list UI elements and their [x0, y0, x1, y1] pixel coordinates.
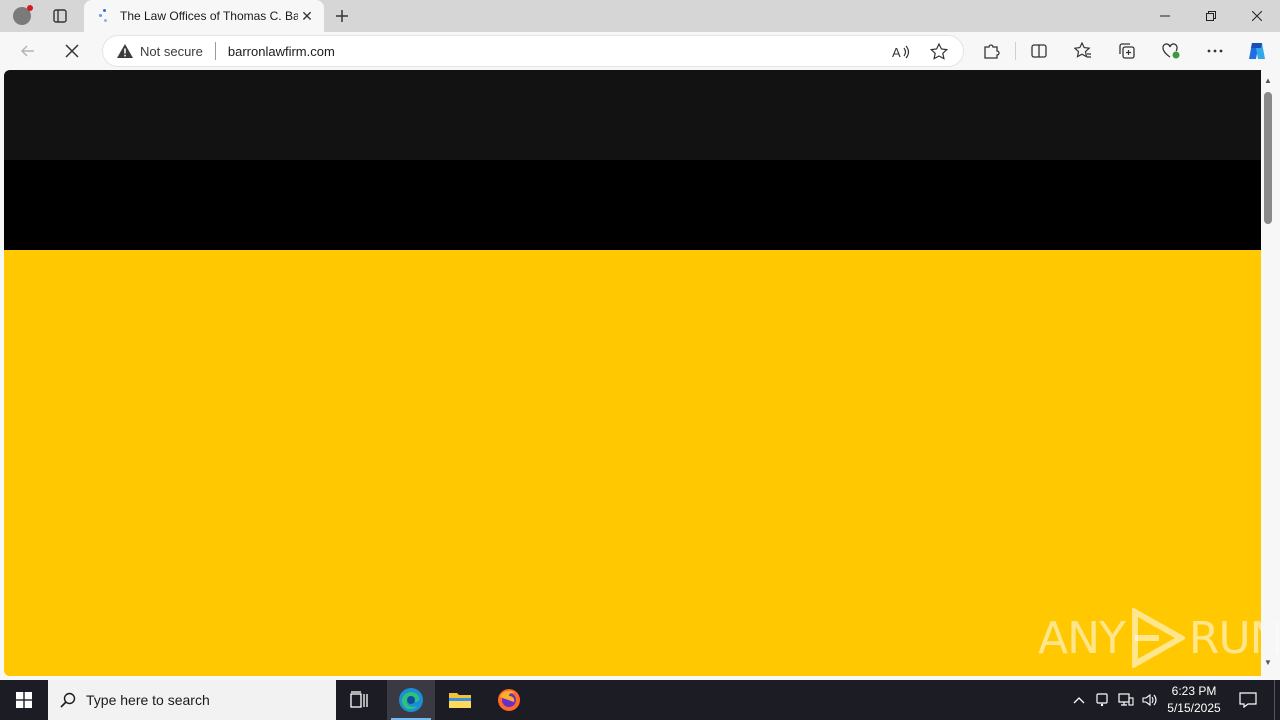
system-tray — [1068, 680, 1162, 720]
more-dots-icon — [1207, 49, 1223, 53]
svg-text:A: A — [892, 45, 901, 60]
star-add-icon — [930, 43, 948, 60]
url-text[interactable]: barronlawfirm.com — [228, 44, 335, 59]
scroll-up-icon[interactable]: ▲ — [1264, 76, 1272, 85]
security-label: Not secure — [140, 43, 203, 59]
taskbar-clock[interactable]: 6:23 PM 5/15/2025 — [1162, 683, 1226, 717]
network-icon — [1118, 693, 1134, 706]
show-desktop-button[interactable] — [1274, 680, 1280, 720]
clock-date: 5/15/2025 — [1167, 701, 1221, 715]
address-bar[interactable]: Not secure barronlawfirm.com A — [102, 35, 964, 67]
scroll-down-icon[interactable]: ▼ — [1264, 658, 1272, 667]
site-header-band — [4, 70, 1261, 160]
windows-taskbar: Type here to search 6:23 PM 5/15/2025 — [0, 680, 1280, 720]
favorites-icon — [1074, 42, 1091, 58]
minimize-icon — [1160, 15, 1170, 17]
plus-icon — [336, 10, 348, 22]
taskbar-file-explorer-app[interactable] — [436, 680, 484, 720]
volume-button[interactable] — [1138, 686, 1162, 714]
tab-actions-icon — [53, 9, 67, 23]
show-hidden-icons-button[interactable] — [1068, 686, 1090, 714]
taskbar-search-box[interactable]: Type here to search — [48, 680, 336, 720]
notification-icon — [1239, 692, 1257, 708]
read-aloud-button[interactable]: A — [889, 40, 913, 64]
browser-toolbar: Not secure barronlawfirm.com A — [0, 32, 1280, 70]
warning-icon — [117, 44, 133, 58]
site-security-indicator[interactable]: Not secure — [103, 44, 203, 59]
start-button[interactable] — [0, 680, 48, 720]
stop-loading-button[interactable] — [58, 37, 86, 65]
windows-logo-icon — [16, 692, 32, 708]
collections-button[interactable] — [1113, 37, 1141, 65]
favorites-button[interactable] — [1069, 37, 1097, 65]
extensions-button[interactable] — [977, 37, 1005, 65]
anyrun-watermark: ANY RUN — [1038, 608, 1280, 668]
address-separator — [214, 42, 216, 60]
read-aloud-icon: A — [892, 45, 910, 60]
back-arrow-icon — [20, 45, 34, 57]
watermark-left-text: ANY — [1038, 612, 1126, 664]
restore-button[interactable] — [1188, 0, 1234, 32]
loading-spinner-icon — [98, 9, 112, 23]
close-icon — [1252, 11, 1262, 21]
copilot-button[interactable] — [1243, 37, 1271, 65]
search-icon — [60, 692, 76, 708]
active-tab[interactable]: The Law Offices of Thomas C. Ba ✕ — [84, 0, 324, 32]
vertical-scrollbar[interactable]: ▲ ▼ — [1261, 70, 1276, 676]
toolbar-separator — [1014, 42, 1016, 60]
browser-tabstrip: The Law Offices of Thomas C. Ba ✕ — [0, 0, 1280, 32]
tray-device-button[interactable] — [1090, 686, 1114, 714]
firefox-icon — [498, 689, 520, 711]
notification-dot-icon — [27, 5, 33, 11]
browser-essentials-button[interactable] — [1157, 37, 1185, 65]
chevron-up-icon — [1073, 697, 1085, 704]
restore-icon — [1206, 11, 1216, 21]
device-icon — [1096, 693, 1108, 707]
speaker-icon — [1142, 693, 1157, 707]
network-button[interactable] — [1114, 686, 1138, 714]
page-viewport[interactable] — [4, 70, 1261, 676]
notifications-button[interactable] — [1232, 680, 1264, 720]
site-nav-band — [4, 160, 1261, 250]
puzzle-icon — [984, 44, 1000, 59]
task-view-icon — [350, 691, 368, 708]
split-screen-icon — [1031, 44, 1047, 58]
settings-more-button[interactable] — [1201, 37, 1229, 65]
play-logo-icon — [1131, 608, 1185, 668]
taskbar-firefox-app[interactable] — [485, 680, 533, 720]
task-view-button[interactable] — [336, 680, 384, 720]
favorite-star-button[interactable] — [927, 40, 951, 64]
clock-time: 6:23 PM — [1171, 684, 1217, 698]
tab-actions-button[interactable] — [48, 4, 72, 28]
minimize-button[interactable] — [1142, 0, 1188, 32]
collections-icon — [1119, 43, 1135, 59]
taskbar-edge-app[interactable] — [387, 680, 435, 720]
heart-pulse-icon — [1162, 43, 1180, 59]
back-button[interactable] — [14, 37, 42, 65]
new-tab-button[interactable] — [330, 4, 354, 28]
split-screen-button[interactable] — [1025, 37, 1053, 65]
tab-close-icon[interactable]: ✕ — [298, 7, 316, 25]
scrollbar-thumb[interactable] — [1264, 92, 1272, 224]
tab-title: The Law Offices of Thomas C. Ba — [120, 9, 298, 23]
close-window-button[interactable] — [1234, 0, 1280, 32]
edge-browser-icon — [399, 688, 423, 712]
stop-icon — [65, 44, 79, 58]
copilot-icon — [1249, 43, 1265, 59]
search-placeholder: Type here to search — [86, 692, 210, 708]
folder-icon — [449, 693, 471, 708]
